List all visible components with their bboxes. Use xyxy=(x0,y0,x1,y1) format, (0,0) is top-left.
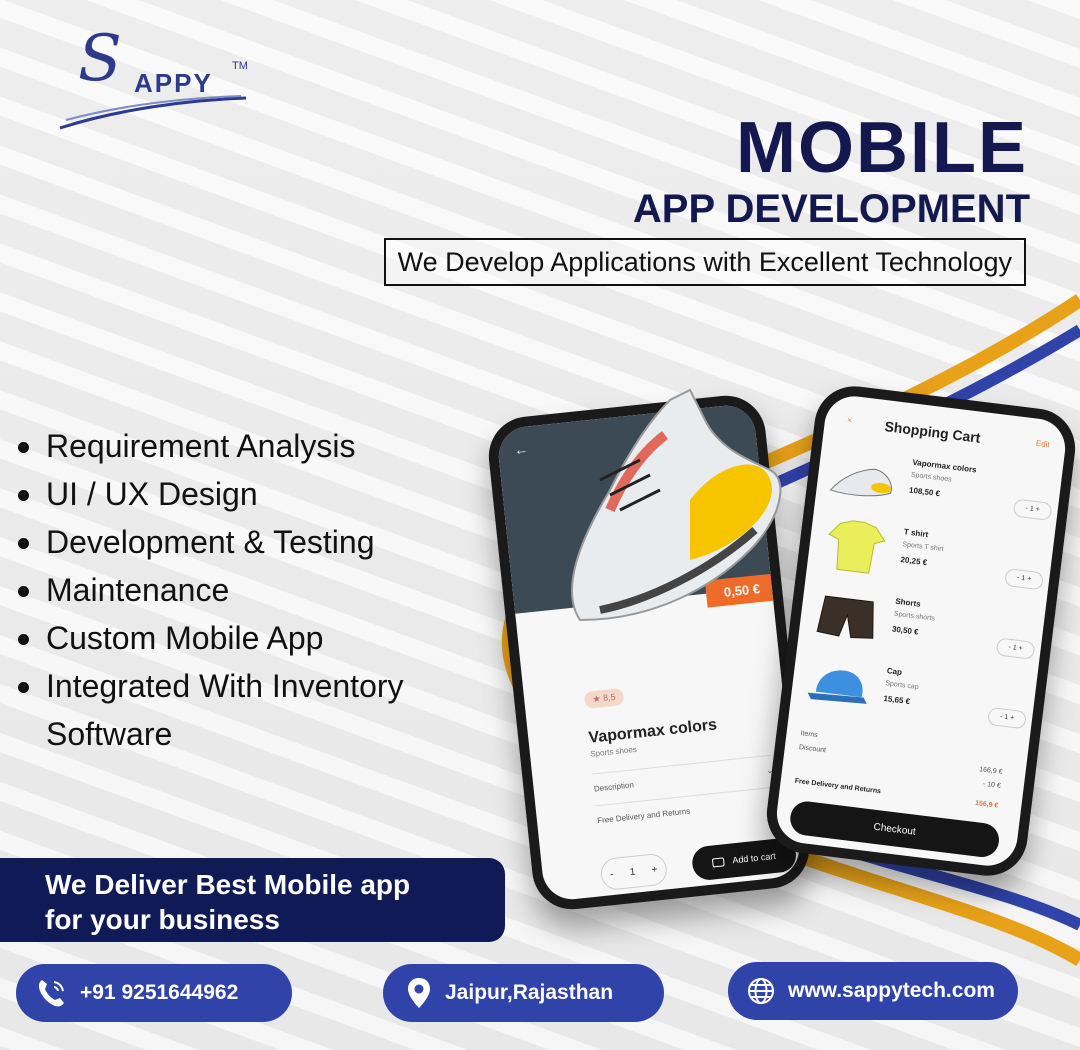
shoe-image xyxy=(571,388,782,622)
headline-app-development: APP DEVELOPMENT xyxy=(632,187,1030,231)
logo-letter: S xyxy=(78,22,122,96)
tagline: We Develop Applications with Excellent T… xyxy=(383,238,1026,286)
item-price: 30,50 € xyxy=(891,624,920,637)
close-icon[interactable]: × xyxy=(847,415,853,425)
discount-value: - 10 € xyxy=(982,780,1002,790)
banner-line-2: for your business xyxy=(45,904,280,935)
edit-link[interactable]: Edit xyxy=(1035,439,1050,450)
location-pin-icon xyxy=(408,978,430,1008)
back-arrow-icon[interactable]: ← xyxy=(513,441,529,458)
item-price: 108,50 € xyxy=(908,485,941,499)
location-button[interactable]: Jaipur,Rajasthan xyxy=(383,964,664,1022)
description-row[interactable]: Description ⌄ xyxy=(592,754,774,794)
item-name: T shirt xyxy=(903,527,929,540)
globe-icon xyxy=(748,978,774,1004)
items-value: 166,9 € xyxy=(978,766,1003,776)
increase-button[interactable]: + xyxy=(651,864,658,876)
items-label: Items xyxy=(800,730,819,740)
item-price: 20,25 € xyxy=(900,555,928,568)
location-text: Jaipur,Rajasthan xyxy=(445,981,614,1004)
item-quantity-stepper[interactable]: - 1 + xyxy=(995,637,1036,660)
item-quantity-stepper[interactable]: - 1 + xyxy=(987,706,1027,730)
feature-item: Development & Testing xyxy=(18,518,488,566)
feature-item: Custom Mobile App xyxy=(18,614,488,662)
sappy-logo: S APPY TM xyxy=(56,22,256,138)
quantity-value: 1 xyxy=(629,866,636,878)
delivery-label: Free Delivery and Returns xyxy=(794,777,882,796)
total-value: 156,9 € xyxy=(974,799,999,810)
item-subtitle: Sports shorts xyxy=(893,610,936,623)
feature-item: UI / UX Design xyxy=(18,470,488,518)
logo-word: APPY xyxy=(134,68,213,98)
phone-icon xyxy=(38,980,64,1007)
rating-badge: ★ 8,5 xyxy=(583,687,625,709)
phone-number: +91 9251644962 xyxy=(80,981,239,1004)
delivery-banner: We Deliver Best Mobile app for your busi… xyxy=(0,858,505,942)
item-quantity-stepper[interactable]: - 1 + xyxy=(1004,567,1045,591)
delivery-label: Free Delivery and Returns xyxy=(596,806,691,826)
cart-screen: × Shopping Cart Edit Vapormax colors Spo… xyxy=(773,392,1069,870)
decrease-button[interactable]: - xyxy=(610,868,614,879)
feature-item: Requirement Analysis xyxy=(18,422,488,470)
discount-label: Discount xyxy=(798,744,827,755)
logo-trademark: TM xyxy=(232,60,248,72)
feature-item: Maintenance xyxy=(18,566,488,614)
banner-line-1: We Deliver Best Mobile app xyxy=(45,869,411,900)
website-button[interactable]: www.sappytech.com xyxy=(728,962,1018,1020)
product-name: Vapormax colors xyxy=(587,716,718,747)
item-subtitle: Sports T shirt xyxy=(901,541,944,554)
description-label: Description xyxy=(593,780,635,794)
headline-mobile: MOBILE xyxy=(736,108,1028,188)
item-subtitle: Sports cap xyxy=(884,680,919,692)
item-price: 15,65 € xyxy=(882,693,911,707)
shoe-thumbnail xyxy=(829,468,892,497)
tshirt-thumbnail xyxy=(828,520,886,574)
cart-icon xyxy=(712,856,725,867)
cap-thumbnail xyxy=(807,670,867,704)
add-to-cart-label: Add to cart xyxy=(731,850,777,866)
shorts-thumbnail xyxy=(816,595,874,639)
delivery-row[interactable]: Free Delivery and Returns ⌄ xyxy=(595,786,777,826)
item-subtitle: Sports shoes xyxy=(910,471,952,484)
cart-title: Shopping Cart xyxy=(883,418,982,446)
checkout-button[interactable]: Checkout xyxy=(788,799,1001,859)
feature-list: Requirement Analysis UI / UX Design Deve… xyxy=(18,422,488,758)
item-quantity-stepper[interactable]: - 1 + xyxy=(1012,498,1053,521)
website-url: www.sappytech.com xyxy=(788,979,995,1002)
item-name: Shorts xyxy=(894,596,922,609)
feature-item: Integrated With Inventory Software xyxy=(18,662,488,758)
item-name: Cap xyxy=(886,666,903,677)
quantity-stepper[interactable]: - 1 + xyxy=(599,852,669,892)
phone-contact-button[interactable]: +91 9251644962 xyxy=(16,964,292,1022)
